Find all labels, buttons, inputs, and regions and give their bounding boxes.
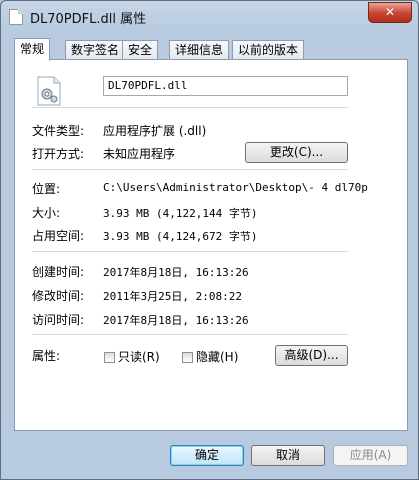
- file-icon: [9, 9, 23, 25]
- location-label: 位置:: [32, 182, 61, 196]
- attributes-label: 属性:: [32, 349, 61, 363]
- tab-previous-versions[interactable]: 以前的版本: [232, 40, 305, 59]
- general-panel: DL70PDFL.dll 文件类型: 应用程序扩展 (.dll) 打开方式: 未…: [14, 59, 408, 431]
- properties-window: DL70PDFL.dll 属性 ✕ 常规 数字签名 安全 详细信息 以前的版本 …: [0, 0, 419, 480]
- hidden-label: 隐藏(H): [196, 350, 239, 364]
- created-label: 创建时间:: [32, 265, 85, 279]
- size-on-disk-label: 占用空间:: [32, 229, 85, 243]
- accessed-label: 访问时间:: [32, 313, 85, 327]
- close-button[interactable]: ✕: [368, 2, 412, 23]
- tab-bar: 常规 数字签名 安全 详细信息 以前的版本: [14, 38, 409, 61]
- ok-button[interactable]: 确定: [170, 445, 244, 466]
- apply-button[interactable]: 应用(A): [333, 445, 408, 466]
- tab-details[interactable]: 详细信息: [169, 40, 230, 59]
- separator: [32, 107, 348, 108]
- change-button[interactable]: 更改(C)...: [245, 142, 348, 163]
- tab-security[interactable]: 安全: [122, 40, 159, 59]
- file-type-value: 应用程序扩展 (.dll): [103, 124, 207, 138]
- location-value: C:\Users\Administrator\Desktop\- 4 dl70p: [103, 181, 368, 194]
- dialog-buttons: 确定 取消 应用(A): [1, 431, 418, 479]
- tab-digital-signatures[interactable]: 数字签名: [65, 40, 126, 59]
- open-with-label: 打开方式:: [32, 147, 85, 161]
- title-bar[interactable]: DL70PDFL.dll 属性 ✕: [1, 1, 418, 31]
- modified-label: 修改时间:: [32, 289, 85, 303]
- separator: [32, 334, 348, 335]
- created-value: 2017年8月18日, 16:13:26: [103, 266, 249, 279]
- hidden-checkbox[interactable]: 隐藏(H): [182, 348, 238, 365]
- modified-value: 2011年3月25日, 2:08:22: [103, 290, 242, 303]
- checkbox-box[interactable]: [104, 352, 115, 363]
- dll-file-icon: [37, 76, 61, 106]
- readonly-checkbox[interactable]: 只读(R): [104, 348, 160, 365]
- readonly-label: 只读(R): [118, 350, 160, 364]
- file-type-label: 文件类型:: [32, 124, 85, 138]
- separator: [32, 169, 348, 170]
- checkbox-box[interactable]: [182, 352, 193, 363]
- size-label: 大小:: [32, 206, 61, 220]
- cancel-button[interactable]: 取消: [251, 445, 325, 466]
- advanced-button[interactable]: 高级(D)...: [275, 345, 348, 366]
- open-with-value: 未知应用程序: [103, 147, 176, 161]
- window-title: DL70PDFL.dll 属性: [30, 12, 147, 27]
- filename-field[interactable]: DL70PDFL.dll: [103, 76, 348, 96]
- size-on-disk-value: 3.93 MB (4,124,672 字节): [103, 230, 258, 243]
- tab-general[interactable]: 常规: [14, 38, 51, 61]
- size-value: 3.93 MB (4,122,144 字节): [103, 207, 258, 220]
- accessed-value: 2017年8月18日, 16:13:26: [103, 314, 249, 327]
- separator: [32, 251, 348, 252]
